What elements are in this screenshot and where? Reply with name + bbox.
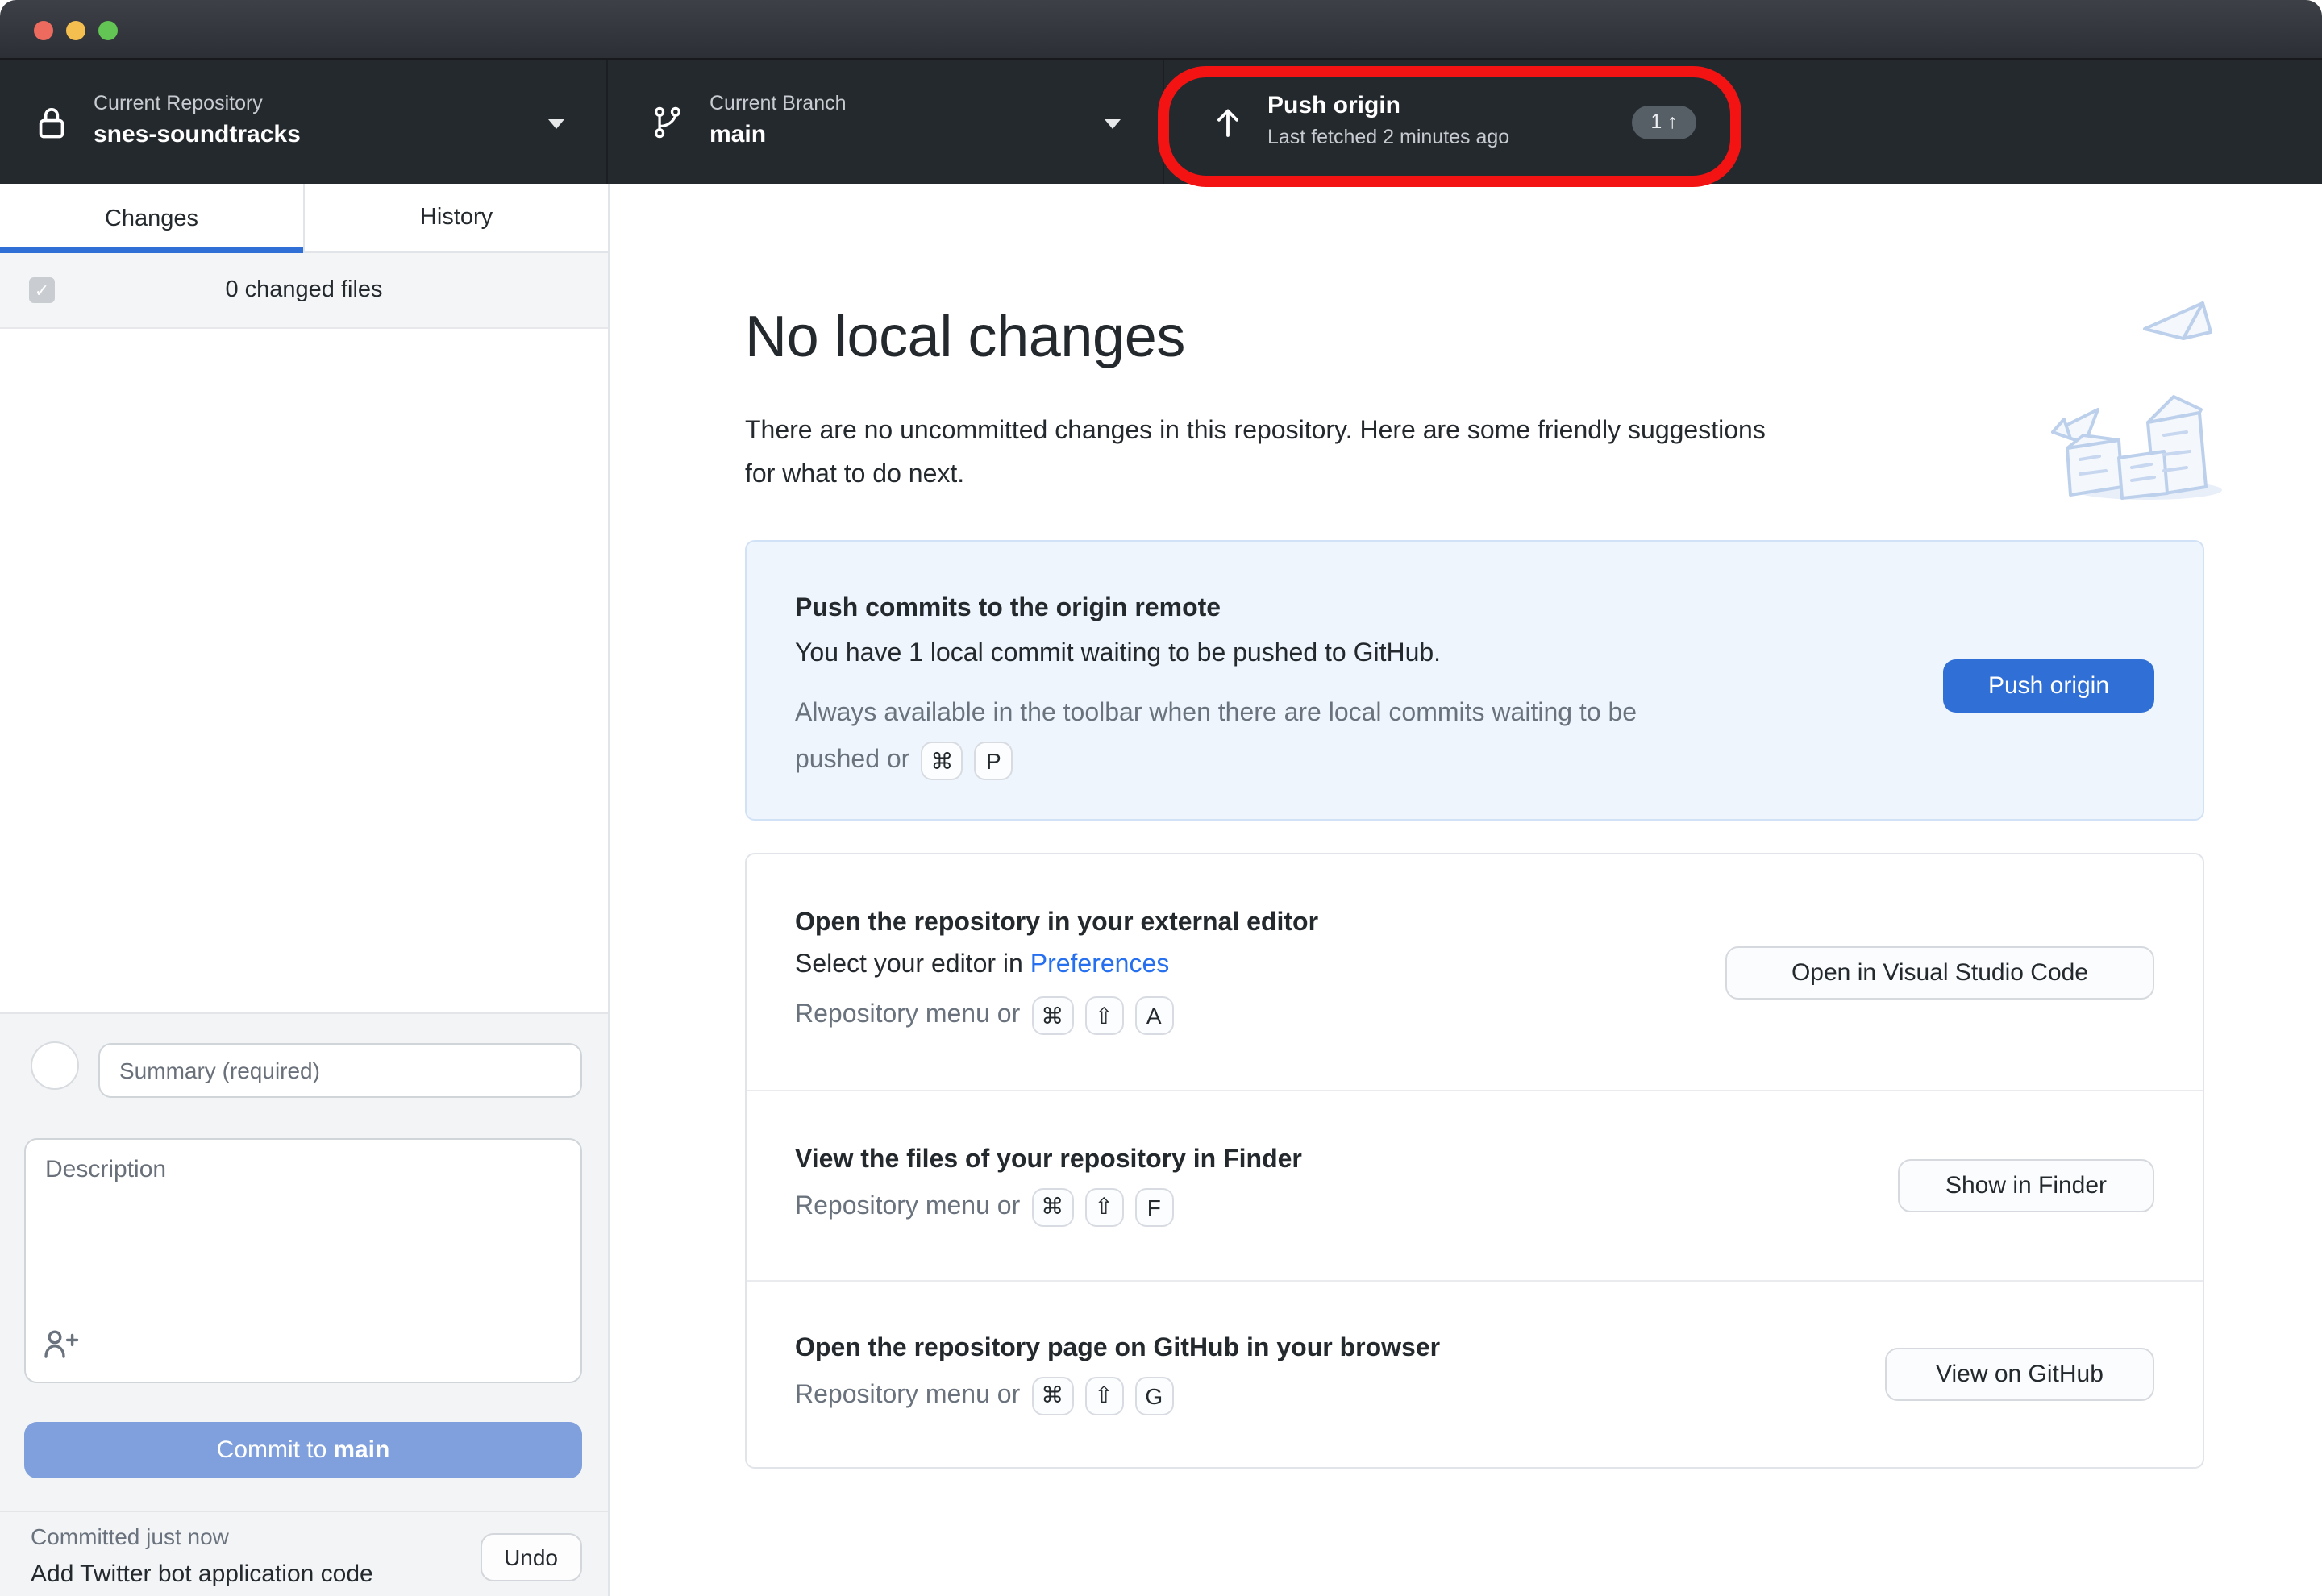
github-desktop-window: Current Repository snes-soundtracks Curr… (0, 0, 2322, 1596)
push-card-body: You have 1 local commit waiting to be pu… (795, 640, 1441, 669)
undo-button[interactable]: Undo (480, 1533, 582, 1581)
repository-label: Current Repository (94, 93, 301, 118)
tab-changes[interactable]: Changes (0, 184, 303, 253)
push-origin-button[interactable]: Push origin (1943, 659, 2154, 713)
kbd-command: ⌘ (1031, 1376, 1073, 1415)
push-card-title: Push commits to the origin remote (795, 595, 1221, 624)
page-intro: There are no uncommitted changes in this… (745, 409, 1766, 497)
commit-button-prefix: Commit to (217, 1436, 327, 1464)
push-card-hint-text: pushed or (795, 746, 909, 775)
chevron-down-icon (1105, 118, 1121, 128)
avatar (31, 1041, 79, 1090)
suggestion-subtitle: Select your editor in Preferences (795, 951, 1318, 980)
last-fetched-text: Last fetched 2 minutes ago (1267, 126, 1509, 151)
current-repository-dropdown[interactable]: Current Repository snes-soundtracks (0, 60, 608, 184)
changed-files-count: 0 changed files (0, 277, 608, 303)
changed-files-row: ✓ 0 changed files (0, 253, 608, 329)
push-origin-title: Push origin (1267, 93, 1509, 123)
kbd-p: P (974, 742, 1013, 780)
branch-label: Current Branch (710, 93, 847, 118)
suggestions-card: Open the repository in your external edi… (745, 853, 2204, 1469)
suggestion-title: Open the repository in your external edi… (795, 909, 1318, 938)
push-suggestion-card: Push commits to the origin remote You ha… (745, 540, 2204, 821)
suggestion-row-finder: View the files of your repository in Fin… (747, 1091, 2203, 1282)
suggestion-row-github: Open the repository page on GitHub in yo… (747, 1282, 2203, 1467)
kbd-shift: ⇧ (1084, 996, 1123, 1035)
commit-form: Commit to main Committed just now Add Tw… (0, 1012, 608, 1596)
sidebar: Changes History ✓ 0 changed files (0, 184, 610, 1596)
kbd-command: ⌘ (921, 742, 963, 780)
suggestion-subtitle-text: Select your editor in (795, 951, 1030, 979)
open-in-vscode-button[interactable]: Open in Visual Studio Code (1725, 946, 2154, 999)
titlebar (0, 0, 2322, 60)
kbd-g: G (1134, 1376, 1173, 1415)
main-content: No local changes There are no uncommitte… (610, 184, 2322, 1596)
add-coauthor-icon[interactable] (42, 1327, 81, 1369)
minimize-button[interactable] (66, 21, 85, 40)
kbd-f: F (1134, 1187, 1173, 1226)
toolbar: Current Repository snes-soundtracks Curr… (0, 60, 2322, 184)
push-origin-toolbar-button[interactable]: Push origin Last fetched 2 minutes ago 1… (1164, 60, 1742, 184)
suggestion-shortcut: Repository menu or ⌘ ⇧ F (795, 1187, 1302, 1226)
push-card-hint-line2: pushed or ⌘ P (795, 742, 1013, 780)
divider (0, 1511, 608, 1512)
kbd-command: ⌘ (1031, 996, 1073, 1035)
view-on-github-button[interactable]: View on GitHub (1885, 1348, 2154, 1401)
close-button[interactable] (34, 21, 53, 40)
paper-stack-illustration (2051, 293, 2228, 511)
current-branch-dropdown[interactable]: Current Branch main (608, 60, 1164, 184)
repository-name: snes-soundtracks (94, 121, 301, 152)
suggestion-title: Open the repository page on GitHub in yo… (795, 1334, 1440, 1363)
description-field-wrap (24, 1138, 582, 1383)
commit-to-main-button[interactable]: Commit to main (24, 1422, 582, 1478)
zoom-button[interactable] (98, 21, 118, 40)
suggestion-row-external-editor: Open the repository in your external edi… (747, 854, 2203, 1091)
page-title: No local changes (745, 303, 1185, 371)
last-commit-message: Add Twitter bot application code (31, 1561, 373, 1588)
kbd-shift: ⇧ (1084, 1187, 1123, 1226)
push-card-hint-line1: Always available in the toolbar when the… (795, 700, 1637, 729)
kbd-a: A (1134, 996, 1173, 1035)
kbd-shift: ⇧ (1084, 1376, 1123, 1415)
kbd-command: ⌘ (1031, 1187, 1073, 1226)
menu-hint-text: Repository menu or (795, 1192, 1020, 1221)
summary-input[interactable] (98, 1043, 582, 1098)
show-in-finder-button[interactable]: Show in Finder (1898, 1159, 2154, 1212)
chevron-down-icon (548, 118, 564, 128)
branch-name: main (710, 121, 847, 152)
menu-hint-text: Repository menu or (795, 1001, 1020, 1030)
description-input[interactable] (24, 1138, 582, 1383)
ahead-count-badge: 1 ↑ (1632, 105, 1696, 139)
menu-hint-text: Repository menu or (795, 1381, 1020, 1410)
suggestion-shortcut: Repository menu or ⌘ ⇧ G (795, 1376, 1440, 1415)
lock-icon (35, 104, 68, 139)
suggestion-shortcut: Repository menu or ⌘ ⇧ A (795, 996, 1318, 1035)
intro-line-2: for what to do next. (745, 453, 1766, 497)
preferences-link[interactable]: Preferences (1030, 951, 1170, 979)
intro-line-1: There are no uncommitted changes in this… (745, 409, 1766, 453)
git-branch-icon (651, 104, 684, 139)
tab-history[interactable]: History (303, 184, 608, 253)
suggestion-title: View the files of your repository in Fin… (795, 1145, 1302, 1174)
commit-status-text: Committed just now (31, 1523, 229, 1549)
select-all-checkbox[interactable]: ✓ (29, 277, 55, 303)
commit-button-branch: main (333, 1436, 389, 1464)
traffic-lights (34, 21, 118, 40)
arrow-up-icon (1214, 104, 1242, 139)
sidebar-tabs: Changes History (0, 184, 608, 253)
